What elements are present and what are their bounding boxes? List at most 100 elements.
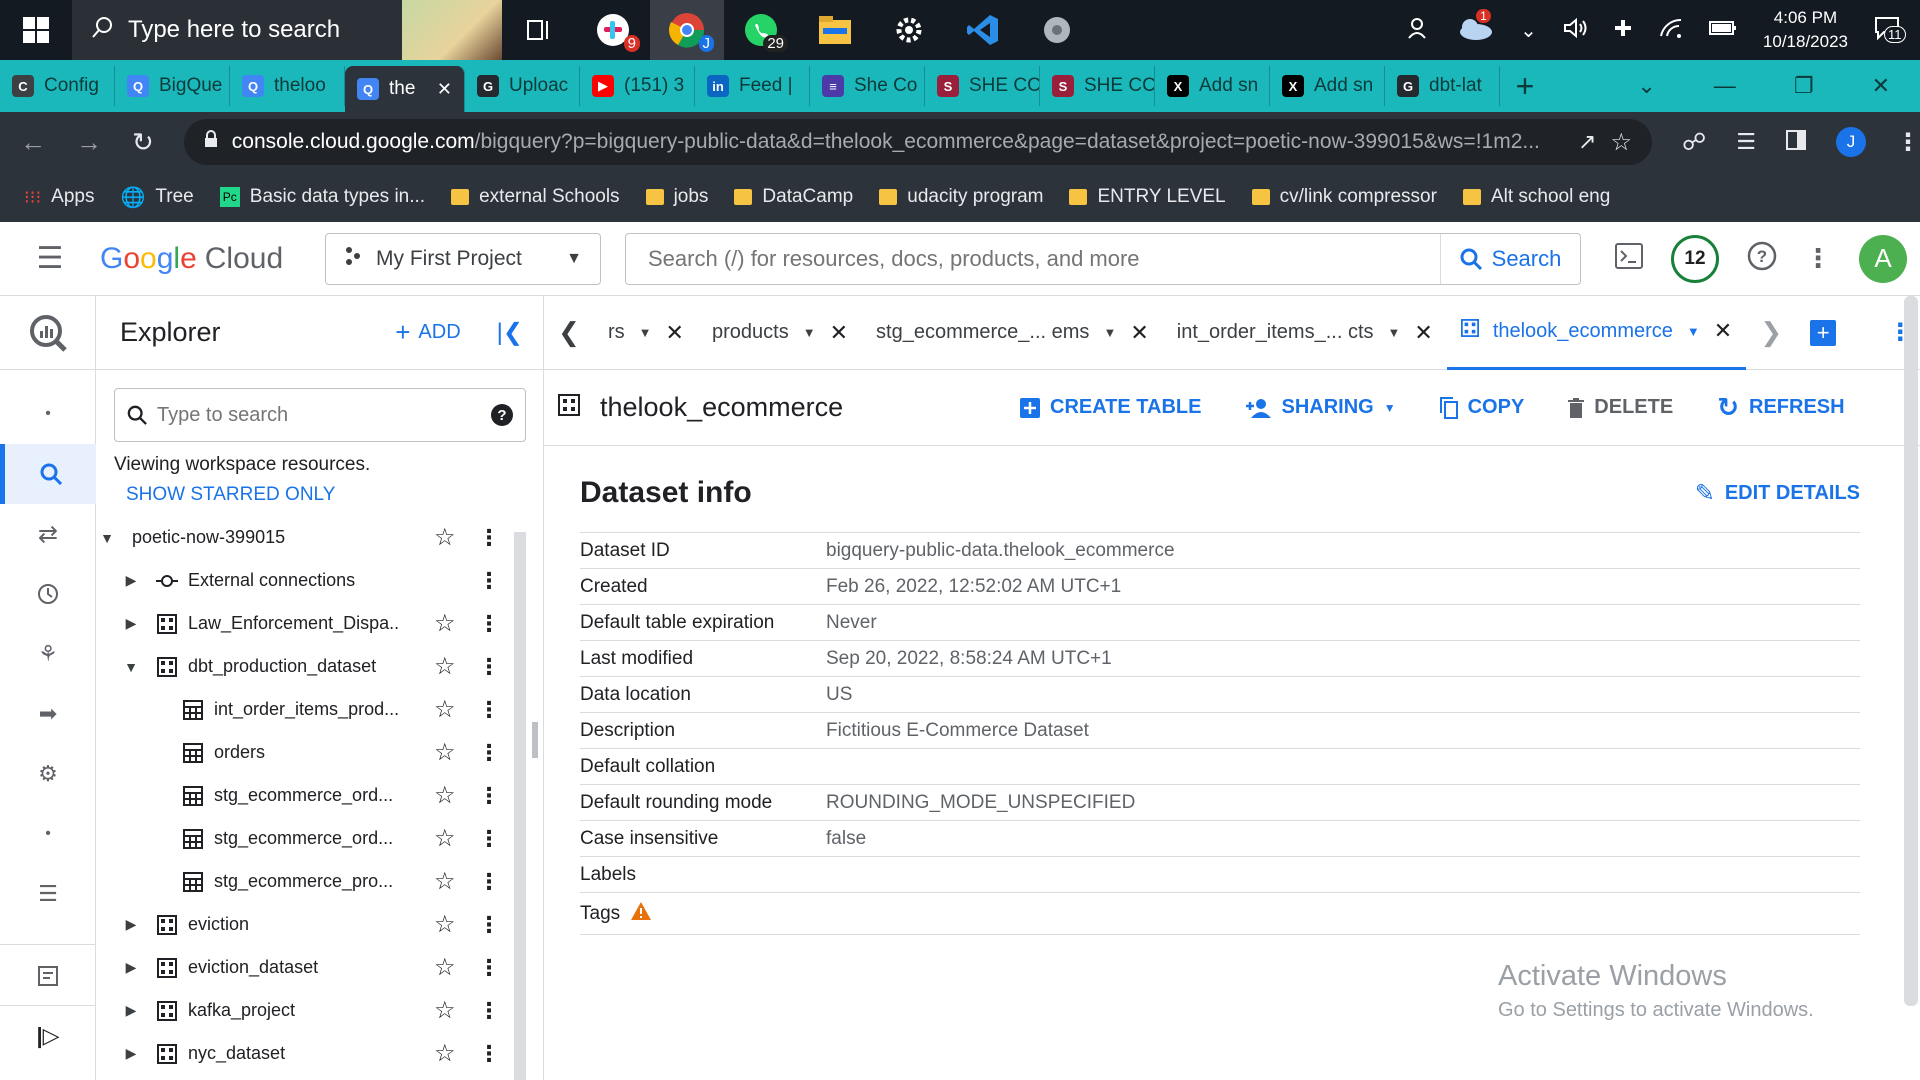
cloud-shell-icon[interactable] bbox=[1615, 243, 1643, 274]
more-vert-icon[interactable]: ⋮ bbox=[478, 869, 500, 895]
refresh-button[interactable]: ↻ REFRESH bbox=[1717, 392, 1844, 423]
close-icon[interactable]: ✕ bbox=[1714, 318, 1732, 344]
wifi-icon[interactable] bbox=[1659, 18, 1683, 43]
bigquery-logo-icon[interactable] bbox=[0, 296, 96, 370]
expand-rail-icon[interactable]: |▷ bbox=[0, 1006, 96, 1066]
expand-less-icon[interactable]: ▼ bbox=[120, 659, 142, 675]
profile-avatar[interactable]: J bbox=[1836, 127, 1866, 157]
bookmark-item[interactable]: 🌐 Tree bbox=[120, 185, 193, 210]
expand-more-icon[interactable]: ▶ bbox=[120, 959, 142, 976]
expand-more-icon[interactable]: ▶ bbox=[120, 916, 142, 933]
star-icon[interactable]: ☆ bbox=[434, 609, 456, 638]
query-tab[interactable]: thelook_ecommerce ▼ ✕ bbox=[1446, 295, 1747, 370]
more-vert-icon[interactable]: ⋮ bbox=[478, 654, 500, 680]
caret-down-icon[interactable]: ▼ bbox=[639, 325, 652, 340]
monitoring-list-icon[interactable]: ☰ bbox=[0, 864, 96, 924]
query-tab[interactable]: products ▼ ✕ bbox=[698, 296, 862, 370]
share-icon[interactable]: ↗ bbox=[1578, 129, 1596, 155]
browser-tab[interactable]: C Config bbox=[0, 66, 115, 106]
chrome-menu-icon[interactable]: ⋮ bbox=[1896, 128, 1920, 157]
star-icon[interactable]: ☆ bbox=[434, 1039, 456, 1068]
star-icon[interactable]: ☆ bbox=[434, 781, 456, 810]
battery-icon[interactable] bbox=[1708, 20, 1737, 41]
help-icon[interactable]: ? bbox=[491, 404, 513, 426]
star-icon[interactable]: ☆ bbox=[434, 996, 456, 1025]
bookmark-item[interactable]: DataCamp bbox=[734, 186, 853, 208]
browser-tab[interactable]: ≡ She Co bbox=[810, 66, 925, 106]
bookmark-item[interactable]: cv/link compressor bbox=[1251, 186, 1437, 208]
extensions-icon[interactable]: ☍ bbox=[1682, 128, 1706, 157]
close-tab-icon[interactable]: ✕ bbox=[437, 79, 452, 100]
tree-dataset-row[interactable]: ▶ kafka_project ☆ ⋮ bbox=[96, 989, 543, 1032]
sharing-button[interactable]: SHARING ▼ bbox=[1245, 396, 1396, 419]
browser-tab[interactable]: Qthe ✕ bbox=[345, 66, 465, 112]
more-vert-icon[interactable]: ⋮ bbox=[478, 998, 500, 1024]
tree-project-row[interactable]: ▼ poetic-now-399015 ☆ ⋮ bbox=[96, 516, 543, 559]
people-icon[interactable] bbox=[1408, 17, 1430, 44]
create-table-button[interactable]: CREATE TABLE bbox=[1020, 396, 1201, 419]
star-icon[interactable]: ☆ bbox=[434, 652, 456, 681]
scheduled-queries-icon[interactable] bbox=[0, 564, 96, 624]
partner-center-icon[interactable]: ⚙ bbox=[0, 744, 96, 804]
volume-icon[interactable] bbox=[1563, 17, 1587, 44]
star-icon[interactable]: ☆ bbox=[434, 910, 456, 939]
tree-dataset-row[interactable]: ▶ Law_Enforcement_Dispa... ☆ ⋮ bbox=[96, 602, 543, 645]
more-vert-icon[interactable]: ⋮ bbox=[478, 740, 500, 766]
explorer-search-input[interactable] bbox=[157, 403, 481, 427]
bookmark-item[interactable]: udacity program bbox=[879, 186, 1043, 208]
tabs-scroll-left-icon[interactable]: ❮ bbox=[544, 317, 594, 348]
expand-more-icon[interactable]: ▶ bbox=[120, 615, 142, 632]
star-icon[interactable]: ☆ bbox=[434, 738, 456, 767]
forward-icon[interactable]: → bbox=[76, 127, 102, 158]
add-button[interactable]: + ADD bbox=[395, 317, 460, 348]
minimize-icon[interactable]: — bbox=[1714, 73, 1736, 99]
whatsapp-icon[interactable]: 29 bbox=[724, 0, 798, 60]
expand-more-icon[interactable]: ▶ bbox=[120, 1002, 142, 1019]
edit-details-button[interactable]: ✎ EDIT DETAILS bbox=[1695, 479, 1860, 508]
side-panel-icon[interactable] bbox=[1786, 129, 1806, 155]
back-icon[interactable]: ← bbox=[20, 127, 46, 158]
more-vert-icon[interactable]: ⋮ bbox=[478, 611, 500, 637]
restore-icon[interactable]: ❐ bbox=[1794, 73, 1814, 99]
browser-tab[interactable]: in Feed | bbox=[695, 66, 810, 106]
weather-icon[interactable]: 1 bbox=[1456, 8, 1494, 46]
slack-icon[interactable]: 9 bbox=[576, 0, 650, 60]
copy-button[interactable]: COPY bbox=[1439, 396, 1524, 419]
chrome-icon[interactable]: J bbox=[650, 0, 724, 60]
close-icon[interactable]: ✕ bbox=[1130, 320, 1148, 346]
star-icon[interactable]: ☆ bbox=[434, 523, 456, 552]
reading-list-icon[interactable]: ☰ bbox=[1736, 129, 1756, 155]
expand-more-icon[interactable]: ▶ bbox=[120, 1045, 142, 1062]
star-icon[interactable]: ☆ bbox=[434, 695, 456, 724]
warning-icon[interactable] bbox=[630, 901, 652, 926]
project-picker[interactable]: My First Project ▼ bbox=[325, 232, 601, 285]
google-cloud-logo[interactable]: Google Cloud bbox=[100, 242, 325, 276]
more-vert-icon[interactable]: ⋮ bbox=[478, 1041, 500, 1067]
tree-table-row[interactable]: stg_ecommerce_pro... ☆ ⋮ bbox=[96, 860, 543, 903]
notification-center-icon[interactable]: 11 bbox=[1874, 16, 1906, 45]
file-explorer-icon[interactable] bbox=[798, 0, 872, 60]
more-vert-icon[interactable]: ⋮ bbox=[478, 783, 500, 809]
close-icon[interactable]: ✕ bbox=[666, 320, 684, 346]
query-tab[interactable]: rs ▼ ✕ bbox=[594, 296, 698, 370]
main-scrollbar[interactable] bbox=[1904, 296, 1918, 1006]
user-avatar[interactable]: A bbox=[1859, 234, 1907, 283]
tab-search-icon[interactable]: ⌄ bbox=[1637, 73, 1655, 99]
tree-dataset-row[interactable]: ▶ External connections ⋮ bbox=[96, 559, 543, 602]
new-tab-button[interactable]: + bbox=[1500, 68, 1550, 105]
release-notes-icon[interactable] bbox=[0, 945, 96, 1005]
tree-dataset-row[interactable]: ▶ eviction_dataset ☆ ⋮ bbox=[96, 946, 543, 989]
expand-more-icon[interactable]: ▶ bbox=[120, 572, 142, 589]
tree-dataset-row[interactable]: ▶ eviction ☆ ⋮ bbox=[96, 903, 543, 946]
tabs-scroll-right-icon[interactable]: ❯ bbox=[1746, 317, 1796, 348]
caret-down-icon[interactable]: ▼ bbox=[1103, 325, 1116, 340]
delete-button[interactable]: DELETE bbox=[1568, 396, 1673, 419]
star-icon[interactable]: ☆ bbox=[434, 867, 456, 896]
tree-table-row[interactable]: int_order_items_prod... ☆ ⋮ bbox=[96, 688, 543, 731]
new-query-tab-button[interactable]: + bbox=[1810, 319, 1837, 346]
more-vert-icon[interactable]: ⋮ bbox=[478, 912, 500, 938]
notifications-badge[interactable]: 12 bbox=[1671, 234, 1719, 283]
tree-dataset-row[interactable]: ▶ nyc_dataset ☆ ⋮ bbox=[96, 1032, 543, 1075]
query-tab[interactable]: int_order_items_... cts ▼ ✕ bbox=[1163, 296, 1447, 370]
analytics-hub-icon[interactable]: ⚘ bbox=[0, 624, 96, 684]
